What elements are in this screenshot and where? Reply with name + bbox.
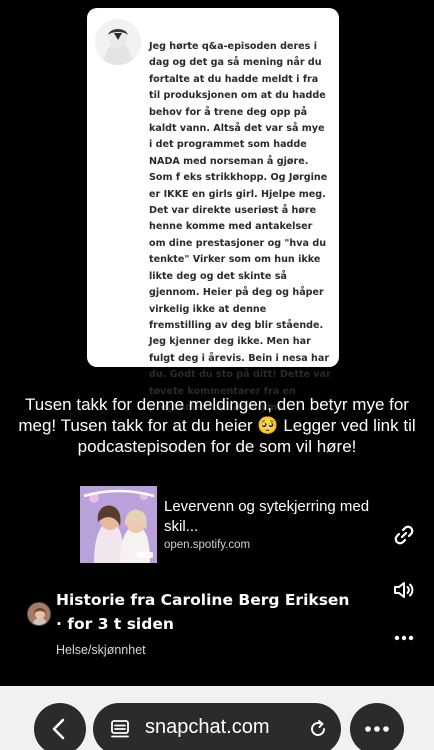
message-text: Jeg hørte q&a-episoden deres i dag og de… [149,41,331,413]
address-bar[interactable]: snapchat.com [93,703,341,750]
sound-icon[interactable] [392,578,416,602]
reload-icon[interactable] [307,718,329,740]
anonymous-avatar [95,19,141,65]
link-title: Levervenn og sytekjerring med skil... [164,498,370,535]
podcast-thumbnail [80,486,157,563]
message-card: Jeg hørte q&a-episoden deres i dag og de… [87,8,339,413]
chevron-left-icon [52,718,65,740]
author-avatar[interactable] [27,602,51,626]
anonymous-avatar-icon [95,19,141,65]
back-button[interactable] [34,703,86,750]
more-horizontal-icon [365,726,389,732]
story-category: Helse/skjønnhet [56,643,146,657]
browser-toolbar: snapchat.com [0,686,434,750]
link-icon[interactable] [392,523,416,547]
url-text: snapchat.com [145,716,270,738]
more-icon[interactable] [392,626,416,650]
page-icon [111,720,129,738]
podcast-cover-image [80,486,157,563]
link-domain: open.spotify.com [164,539,251,551]
story-title[interactable]: Historie fra Caroline Berg Eriksen · for… [56,588,356,636]
link-attachment[interactable]: Levervenn og sytekjerring med skil... op… [80,485,370,563]
story-caption: Tusen takk for denne meldingen, den bety… [18,395,416,456]
browser-more-button[interactable] [350,703,404,750]
